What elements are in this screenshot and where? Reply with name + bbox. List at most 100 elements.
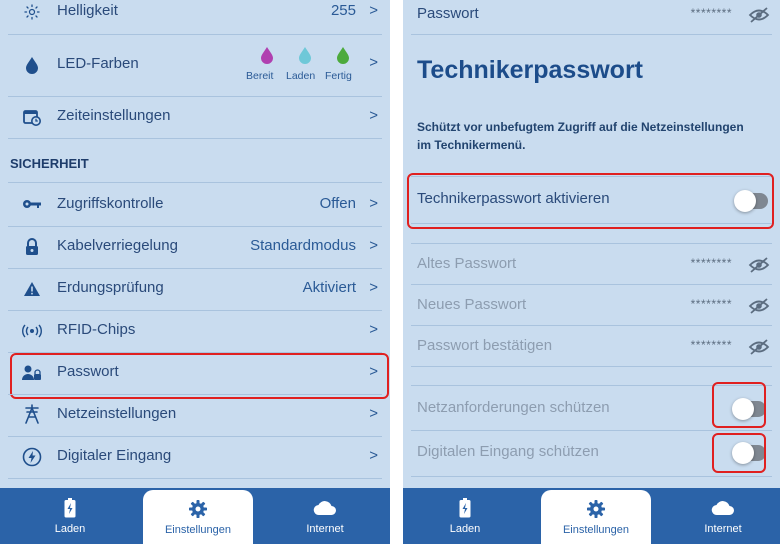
confirm-password-label: Passwort bestätigen	[417, 337, 553, 354]
rfid-row[interactable]: RFID-Chips >	[0, 311, 390, 351]
lightning-icon	[21, 446, 43, 468]
highlight-box	[10, 353, 389, 399]
new-password-mask: ********	[690, 297, 732, 311]
protect-digital-input-label: Digitalen Eingang schützen	[417, 443, 599, 460]
nav-charge-label: Laden	[54, 523, 86, 535]
brightness-row[interactable]: Helligkeit 255 >	[0, 0, 390, 24]
password-label: Passwort	[417, 5, 479, 22]
nav-internet[interactable]: Internet	[285, 488, 365, 544]
ground-check-label: Erdungsprüfung	[57, 279, 164, 296]
chevron-right-icon: >	[369, 195, 378, 212]
rfid-icon	[21, 320, 43, 342]
network-settings-label: Netzeinstellungen	[57, 405, 177, 422]
page-description: Schützt vor unbefugtem Zugriff auf die N…	[417, 120, 744, 152]
nav-internet[interactable]: Internet	[683, 488, 763, 544]
password-row[interactable]: Passwort ********	[403, 0, 780, 34]
calendar-clock-icon	[21, 106, 43, 128]
old-password-label: Altes Passwort	[417, 255, 517, 272]
led-colors-row[interactable]: LED-Farben Bereit Laden Fertig >	[0, 35, 390, 95]
network-settings-row[interactable]: Netzeinstellungen >	[0, 395, 390, 435]
password-mask: ********	[690, 6, 732, 20]
rfid-label: RFID-Chips	[57, 321, 136, 338]
confirm-password-mask: ********	[690, 338, 732, 352]
protect-network-requests-label: Netzanforderungen schützen	[417, 399, 610, 416]
section-heading-security: SICHERHEIT	[10, 156, 89, 171]
new-password-label: Neues Passwort	[417, 296, 527, 313]
brightness-label: Helligkeit	[57, 2, 118, 19]
battery-icon	[459, 497, 471, 519]
nav-charge[interactable]: Laden	[425, 488, 505, 544]
access-control-row[interactable]: Zugriffskontrolle Offen >	[0, 183, 390, 225]
nav-charge[interactable]: Laden	[30, 488, 110, 544]
old-password-mask: ********	[690, 256, 732, 270]
drop-done-icon	[337, 47, 349, 64]
divider	[411, 476, 772, 477]
digital-input-label: Digitaler Eingang	[57, 447, 172, 464]
divider	[411, 34, 772, 35]
lock-icon	[21, 236, 43, 258]
drop-charging-icon	[299, 47, 311, 64]
nav-internet-label: Internet	[704, 523, 742, 535]
divider	[8, 478, 382, 479]
battery-icon	[64, 497, 76, 519]
chevron-right-icon: >	[369, 447, 378, 464]
new-password-row[interactable]: Neues Passwort ********	[403, 285, 780, 325]
bottom-navigation: Laden Einstellungen Internet	[0, 488, 390, 544]
ground-check-row[interactable]: Erdungsprüfung Aktiviert >	[0, 269, 390, 309]
nav-settings[interactable]: Einstellungen	[143, 490, 253, 544]
drop-icon	[21, 54, 43, 76]
eye-off-icon[interactable]	[748, 256, 770, 274]
cable-lock-value: Standardmodus	[250, 237, 356, 254]
eye-off-icon[interactable]	[748, 338, 770, 356]
cable-lock-row[interactable]: Kabelverriegelung Standardmodus >	[0, 227, 390, 267]
ground-check-value: Aktiviert	[302, 279, 356, 296]
led-color-swatches: Bereit Laden Fertig	[246, 46, 356, 86]
cloud-icon	[313, 497, 337, 519]
old-password-row[interactable]: Altes Passwort ********	[403, 244, 780, 284]
time-settings-row[interactable]: Zeiteinstellungen >	[0, 97, 390, 137]
gear-icon	[586, 498, 606, 520]
nav-charge-label: Laden	[449, 523, 481, 535]
chevron-right-icon: >	[369, 107, 378, 124]
chevron-right-icon: >	[369, 405, 378, 422]
led-color-label: Fertig	[325, 70, 352, 82]
nav-settings-label: Einstellungen	[562, 524, 630, 536]
confirm-password-row[interactable]: Passwort bestätigen ********	[403, 326, 780, 366]
led-color-label: Bereit	[246, 70, 274, 82]
highlight-box	[712, 433, 766, 473]
chevron-right-icon: >	[369, 54, 378, 71]
divider	[411, 223, 772, 224]
nav-settings-label: Einstellungen	[164, 524, 232, 536]
chevron-right-icon: >	[369, 2, 378, 19]
drop-ready-icon	[261, 47, 273, 64]
bottom-navigation: Laden Einstellungen Internet	[403, 488, 780, 544]
highlight-box	[407, 173, 774, 229]
digital-input-row[interactable]: Digitaler Eingang >	[0, 437, 390, 477]
brightness-value: 255	[330, 2, 356, 19]
sun-icon	[21, 1, 43, 23]
nav-internet-label: Internet	[306, 523, 344, 535]
nav-settings[interactable]: Einstellungen	[541, 490, 651, 544]
chevron-right-icon: >	[369, 237, 378, 254]
chevron-right-icon: >	[369, 321, 378, 338]
divider	[411, 366, 772, 367]
cloud-icon	[711, 497, 735, 519]
gear-icon	[188, 498, 208, 520]
tower-icon	[21, 403, 43, 425]
highlight-box	[712, 382, 766, 428]
time-settings-label: Zeiteinstellungen	[57, 107, 171, 124]
access-control-value: Offen	[319, 195, 356, 212]
divider	[8, 138, 382, 139]
technician-password-panel: Passwort ******** Technikerpasswort Schü…	[403, 0, 780, 544]
page-title: Technikerpasswort	[417, 56, 644, 84]
led-color-label: Laden	[286, 70, 316, 82]
eye-off-icon[interactable]	[748, 297, 770, 315]
eye-off-icon[interactable]	[748, 6, 770, 24]
key-icon	[21, 193, 43, 215]
settings-panel: Helligkeit 255 > LED-Farben Bereit Laden…	[0, 0, 390, 544]
led-colors-label: LED-Farben	[57, 55, 139, 72]
cable-lock-label: Kabelverriegelung	[57, 237, 178, 254]
chevron-right-icon: >	[369, 279, 378, 296]
warning-icon	[21, 278, 43, 300]
access-control-label: Zugriffskontrolle	[57, 195, 164, 212]
